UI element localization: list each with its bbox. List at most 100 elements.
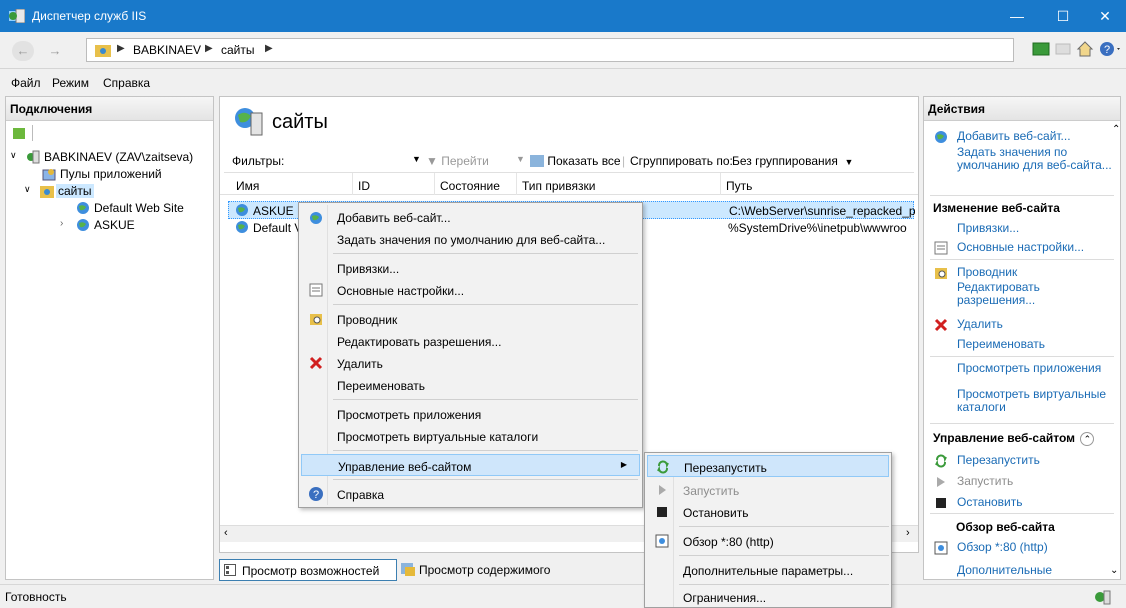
home-icon[interactable] <box>1076 40 1094 58</box>
col-path[interactable]: Путь <box>726 179 752 193</box>
tree-item-app-pools[interactable]: Пулы приложений <box>8 166 208 183</box>
globe-icon <box>77 202 89 214</box>
row-path: %SystemDrive%\inetpub\wwwroo <box>728 221 907 235</box>
connect-icon[interactable] <box>1032 40 1050 58</box>
group-by-select[interactable]: Без группирования ▼ <box>732 154 853 168</box>
show-all-button[interactable]: Показать все <box>530 154 621 168</box>
go-dropdown-icon[interactable]: ▼ <box>516 154 525 164</box>
menu-item-view-vdirs[interactable]: Просмотреть виртуальные каталоги <box>301 425 640 447</box>
tree-item-default-web-site[interactable]: Default Web Site <box>8 200 208 217</box>
settings-icon <box>934 241 948 255</box>
col-state[interactable]: Состояние <box>440 179 500 193</box>
action-stop[interactable]: Остановить <box>934 496 1114 509</box>
title-bar: Диспетчер служб IIS — ☐ ✕ <box>0 0 1126 32</box>
collapse-icon[interactable]: ∨ <box>10 150 17 161</box>
breadcrumb-sites[interactable]: сайты <box>221 43 255 57</box>
action-add-site[interactable]: Добавить веб-сайт... <box>934 130 1114 143</box>
status-text: Готовность <box>5 590 67 604</box>
server-icon <box>27 150 40 164</box>
connections-panel: Подключения ∨ BABKINAEV (ZAV\zaitseva) П… <box>5 96 214 580</box>
tab-features-view[interactable]: Просмотр возможностей <box>219 559 397 581</box>
minimize-button[interactable]: — <box>994 0 1040 32</box>
iis-app-icon <box>9 9 25 23</box>
col-name[interactable]: Имя <box>236 179 259 193</box>
action-edit-permissions[interactable]: Редактировать разрешения... <box>934 281 1114 307</box>
breadcrumb-server[interactable]: BABKINAEV <box>133 43 201 57</box>
forward-button[interactable]: → <box>44 41 66 61</box>
menu-item-view-apps[interactable]: Просмотреть приложения <box>301 403 640 425</box>
scroll-left-icon[interactable]: ‹ <box>224 527 228 539</box>
menu-view[interactable]: Режим <box>52 76 89 90</box>
breadcrumb[interactable]: ▶ BABKINAEV ▶ сайты ▶ <box>86 38 1014 62</box>
tree-item-sites[interactable]: ∨ сайты <box>8 183 208 200</box>
menu-item-rename[interactable]: Переименовать <box>301 374 640 396</box>
action-set-defaults[interactable]: Задать значения по умолчанию для веб-сай… <box>934 146 1114 172</box>
tree-item-server[interactable]: ∨ BABKINAEV (ZAV\zaitseva) <box>8 149 208 166</box>
page-title: сайты <box>234 105 328 140</box>
status-bar: Готовность <box>0 584 1126 608</box>
back-button[interactable]: ← <box>12 41 34 61</box>
submenu-item-restart[interactable]: Перезапустить <box>647 455 889 477</box>
context-menu: Добавить веб-сайт... Задать значения по … <box>298 202 643 508</box>
row-name: Default V <box>253 221 303 235</box>
action-explorer[interactable]: Проводник <box>934 266 1114 279</box>
go-button[interactable]: ▼ Перейти <box>426 154 489 168</box>
maximize-button[interactable]: ☐ <box>1040 0 1086 32</box>
menu-item-manage-site[interactable]: Управление веб-сайтом ▶ <box>301 454 640 476</box>
filter-input[interactable] <box>288 151 406 170</box>
filter-dropdown-icon[interactable]: ▼ <box>412 154 421 164</box>
submenu-item-browse[interactable]: Обзор *:80 (http) <box>647 530 889 552</box>
menu-item-explorer[interactable]: Проводник <box>301 308 640 330</box>
collapse-icon[interactable]: ∨ <box>24 184 31 195</box>
menu-item-set-defaults[interactable]: Задать значения по умолчанию для веб-сай… <box>301 228 640 250</box>
action-restart[interactable]: Перезапустить <box>934 454 1114 468</box>
submenu-item-limits[interactable]: Ограничения... <box>647 586 889 608</box>
menu-file[interactable]: Файл <box>11 76 41 90</box>
submenu-item-advanced[interactable]: Дополнительные параметры... <box>647 559 889 581</box>
status-server-icon <box>1095 590 1111 605</box>
breadcrumb-separator-icon: ▶ <box>205 43 213 54</box>
menu-item-bindings[interactable]: Привязки... <box>301 257 640 279</box>
start-icon <box>937 477 945 487</box>
tree-item-askue[interactable]: › ASKUE <box>8 217 208 234</box>
col-id[interactable]: ID <box>358 179 370 193</box>
scroll-right-icon[interactable]: › <box>906 527 910 539</box>
action-view-vdirs[interactable]: Просмотреть виртуальные каталоги <box>934 388 1114 414</box>
action-advanced[interactable]: Дополнительные <box>934 564 1114 577</box>
menu-item-delete[interactable]: Удалить <box>301 352 640 374</box>
start-icon <box>659 485 666 495</box>
connections-header: Подключения <box>6 97 213 121</box>
submenu-item-stop[interactable]: Остановить <box>647 501 889 523</box>
menu-item-edit-permissions[interactable]: Редактировать разрешения... <box>301 330 640 352</box>
menu-item-basic-settings[interactable]: Основные настройки... <box>301 279 640 301</box>
filter-bar: Фильтры: ▼ ▼ Перейти ▼ Показать все | Сг… <box>224 149 914 173</box>
action-browse[interactable]: Обзор *:80 (http) <box>934 541 1114 555</box>
menu-item-help[interactable]: ? Справка <box>301 483 640 505</box>
action-view-apps[interactable]: Просмотреть приложения <box>934 362 1114 375</box>
tab-content-view[interactable]: Просмотр содержимого <box>397 559 561 581</box>
action-start[interactable]: Запустить <box>934 475 1114 488</box>
scroll-down-icon[interactable]: ⌄ <box>1110 565 1118 576</box>
stop-icon[interactable] <box>1054 40 1072 58</box>
menu-help[interactable]: Справка <box>103 76 150 90</box>
collapse-section-icon[interactable]: ⌃ <box>1080 432 1095 446</box>
expand-icon[interactable]: › <box>60 218 63 229</box>
action-bindings[interactable]: Привязки... <box>934 222 1114 235</box>
start-page-icon[interactable] <box>12 126 26 140</box>
close-button[interactable]: ✕ <box>1082 0 1126 32</box>
col-binding[interactable]: Тип привязки <box>522 179 595 193</box>
action-rename[interactable]: Переименовать <box>934 338 1114 351</box>
menu-item-add-site[interactable]: Добавить веб-сайт... <box>301 206 640 228</box>
stop-icon <box>657 507 667 517</box>
stop-icon <box>936 498 946 508</box>
globe-icon <box>236 221 248 233</box>
submenu-item-start[interactable]: Запустить <box>647 479 889 501</box>
svg-text:?: ? <box>313 489 319 501</box>
sites-folder-icon <box>95 45 111 57</box>
help-icon[interactable]: ? <box>1098 40 1122 58</box>
add-site-icon <box>935 131 947 143</box>
menu-bar: Файл Режим Справка <box>0 70 1126 94</box>
action-delete[interactable]: Удалить <box>934 318 1114 332</box>
row-path: C:\WebServer\sunrise_repacked_p <box>729 204 915 218</box>
action-basic-settings[interactable]: Основные настройки... <box>934 241 1114 255</box>
